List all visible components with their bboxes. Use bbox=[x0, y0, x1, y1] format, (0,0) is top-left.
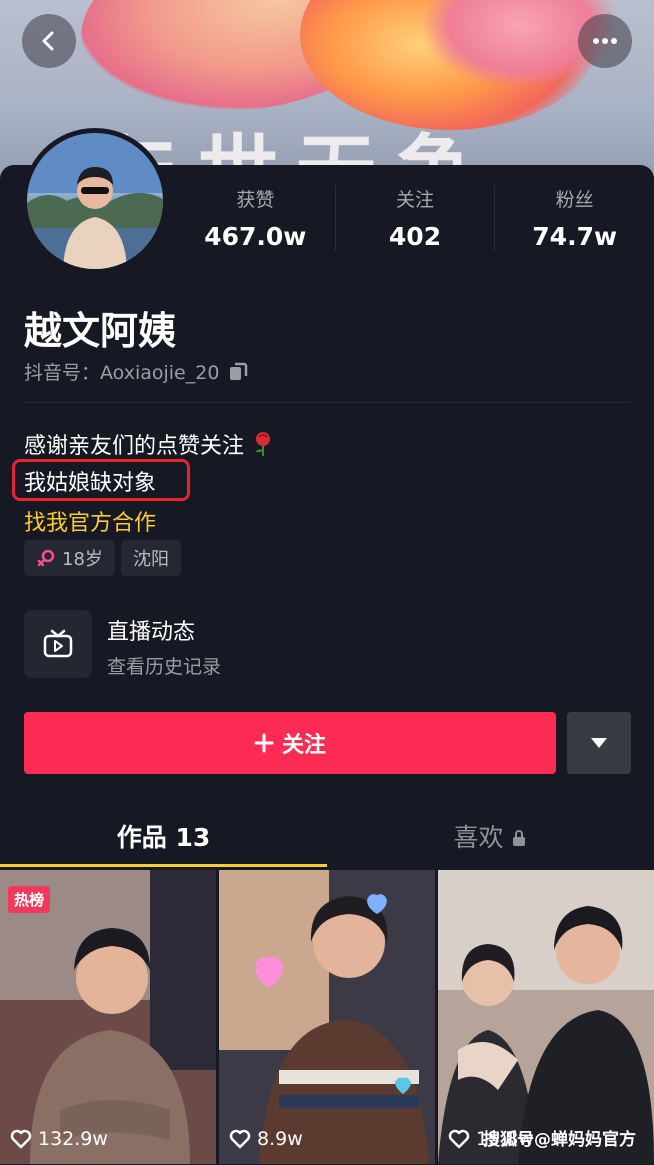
age-tag: 18岁 bbox=[24, 540, 115, 576]
divider bbox=[24, 402, 630, 403]
stat-following[interactable]: 关注 402 bbox=[334, 185, 495, 251]
video-thumbnail[interactable]: 8.9w bbox=[219, 870, 435, 1164]
rose-icon bbox=[256, 432, 271, 456]
tab-likes-label: 喜欢 bbox=[453, 823, 504, 852]
video-frame bbox=[438, 870, 654, 1164]
stat-label: 关注 bbox=[396, 189, 435, 211]
stat-value: 467.0w bbox=[204, 222, 307, 251]
profile-stats: 获赞 467.0w 关注 402 粉丝 74.7w bbox=[176, 185, 654, 251]
chevron-left-icon bbox=[42, 31, 54, 51]
stat-value: 74.7w bbox=[532, 222, 618, 251]
likes-count: 132.9w bbox=[38, 1128, 108, 1150]
copy-icon[interactable] bbox=[227, 361, 249, 383]
stat-likes[interactable]: 获赞 467.0w bbox=[176, 185, 335, 251]
hot-badge: 热榜 bbox=[8, 886, 51, 913]
tab-likes[interactable]: 喜欢 bbox=[327, 818, 654, 854]
heart-icon bbox=[229, 1129, 251, 1149]
bio-line-1: 感谢亲友们的点赞关注 bbox=[24, 428, 275, 460]
video-likes: 132.9w bbox=[10, 1128, 108, 1150]
lock-icon bbox=[513, 830, 526, 846]
more-icon bbox=[593, 38, 617, 44]
heart-icon bbox=[448, 1129, 470, 1149]
live-subtitle: 查看历史记录 bbox=[107, 656, 222, 678]
bio-text: 感谢亲友们的点赞关注 bbox=[24, 434, 245, 459]
tv-icon bbox=[43, 629, 73, 658]
tab-indicator bbox=[0, 864, 327, 867]
profile-name: 越文阿姨 bbox=[24, 309, 177, 353]
video-thumbnail[interactable]: 热榜 132.9w bbox=[0, 870, 216, 1164]
douyin-id: 抖音号：Aoxiaojie_20 bbox=[24, 358, 249, 385]
video-grid: 热榜 132.9w 8.9w 15.8w bbox=[0, 870, 654, 1164]
follow-label: 关注 bbox=[281, 733, 326, 758]
avatar[interactable] bbox=[22, 128, 168, 274]
female-icon bbox=[37, 549, 55, 567]
plus-icon bbox=[254, 733, 274, 753]
stat-label: 粉丝 bbox=[555, 189, 594, 211]
stat-label: 获赞 bbox=[236, 189, 275, 211]
live-entry[interactable] bbox=[24, 610, 92, 678]
douyin-id-text: 抖音号：Aoxiaojie_20 bbox=[24, 362, 220, 384]
tab-works[interactable]: 作品 13 bbox=[0, 818, 327, 854]
likes-count: 8.9w bbox=[257, 1128, 303, 1150]
back-button[interactable] bbox=[22, 14, 76, 68]
stat-followers[interactable]: 粉丝 74.7w bbox=[494, 185, 654, 251]
business-contact-link[interactable]: 找我官方合作 bbox=[24, 505, 156, 537]
stat-value: 402 bbox=[388, 222, 442, 251]
recommend-dropdown-button[interactable] bbox=[567, 712, 631, 774]
watermark: 搜狐号@蝉妈妈官方 bbox=[483, 1130, 636, 1150]
more-button[interactable] bbox=[578, 14, 632, 68]
heart-icon bbox=[10, 1129, 32, 1149]
video-likes: 8.9w bbox=[229, 1128, 303, 1150]
avatar-photo bbox=[27, 133, 163, 269]
follow-button[interactable]: 关注 bbox=[24, 712, 556, 774]
caret-down-icon bbox=[591, 738, 607, 748]
video-frame bbox=[219, 870, 435, 1164]
content-tabs: 作品 13 喜欢 bbox=[0, 808, 654, 866]
bio-line-2: 我姑娘缺对象 bbox=[24, 471, 157, 496]
video-thumbnail[interactable]: 15.8w bbox=[438, 870, 654, 1164]
video-frame bbox=[0, 870, 216, 1164]
city-text: 沈阳 bbox=[133, 549, 169, 570]
age-text: 18岁 bbox=[62, 549, 103, 570]
live-title[interactable]: 直播动态 bbox=[107, 614, 195, 646]
city-tag: 沈阳 bbox=[121, 540, 181, 576]
